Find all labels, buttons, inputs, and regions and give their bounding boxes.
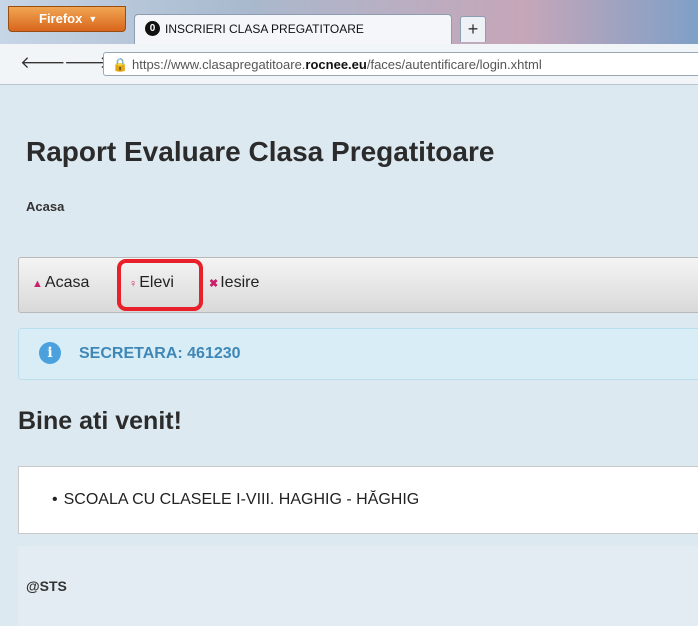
main-menu-bar: ▲ Acasa ♀ Elevi ✖ Iesire xyxy=(18,257,698,313)
footer-text: @STS xyxy=(26,578,67,594)
address-bar[interactable]: 🔒 https://www.clasapregatitoare.rocnee.e… xyxy=(103,52,698,76)
footer: @STS xyxy=(18,546,698,626)
firefox-menu-label: Firefox xyxy=(39,11,83,26)
tab-title: INSCRIERI CLASA PREGATITOARE xyxy=(165,22,364,36)
welcome-heading: Bine ati venit! xyxy=(18,407,182,435)
firefox-menu-button[interactable]: Firefox ▼ xyxy=(8,6,126,32)
menu-item-iesire[interactable]: ✖ Iesire xyxy=(209,274,259,292)
new-tab-button[interactable]: + xyxy=(460,16,486,42)
back-arrow-icon[interactable]: 🡐 xyxy=(20,53,66,73)
browser-nav-bar: 🡐 🡒 🔒 https://www.clasapregatitoare.rocn… xyxy=(0,44,698,85)
page-title: Raport Evaluare Clasa Pregatitoare xyxy=(26,136,495,167)
url-domain: rocnee.eu xyxy=(305,57,367,72)
info-text: SECRETARA: 461230 xyxy=(79,345,241,362)
school-list: • SCOALA CU CLASELE I-VIII. HAGHIG - HĂGH… xyxy=(18,466,698,534)
home-icon: ▲ xyxy=(32,278,43,290)
lock-icon: 🔒 xyxy=(112,57,129,72)
info-icon: i xyxy=(39,342,61,364)
dropdown-arrow-icon: ▼ xyxy=(88,14,98,24)
menu-item-acasa[interactable]: ▲ Acasa xyxy=(32,274,89,292)
browser-tab[interactable]: 0 INSCRIERI CLASA PREGATITOARE xyxy=(134,14,452,44)
close-icon: ✖ xyxy=(209,278,219,290)
menu-item-label: Acasa xyxy=(44,274,90,291)
url-text: https://www.clasapregatitoare.rocnee.eu/… xyxy=(132,57,542,72)
url-prefix: https://www.clasapregatitoare. xyxy=(132,57,306,72)
bullet-icon: • xyxy=(52,491,58,508)
info-message: i SECRETARA: 461230 xyxy=(18,328,698,380)
menu-item-label: Iesire xyxy=(220,274,260,291)
site-favicon-icon: 0 xyxy=(145,21,160,36)
url-path: /faces/autentificare/login.xhtml xyxy=(366,57,542,72)
school-name: SCOALA CU CLASELE I-VIII. HAGHIG - HĂGHI… xyxy=(63,491,420,508)
breadcrumb[interactable]: Acasa xyxy=(26,199,64,214)
red-highlight-box xyxy=(117,259,203,311)
list-item: • SCOALA CU CLASELE I-VIII. HAGHIG - HĂGH… xyxy=(52,491,419,509)
browser-tab-strip: Firefox ▼ 0 INSCRIERI CLASA PREGATITOARE … xyxy=(0,0,698,44)
